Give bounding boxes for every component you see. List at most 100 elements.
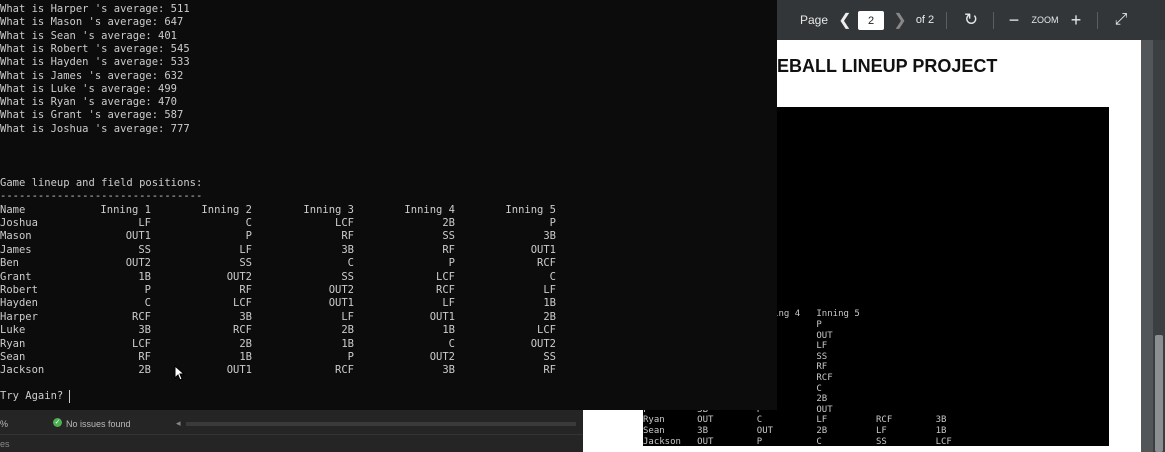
table-row-cell: SS <box>239 257 252 270</box>
try-again-prompt: Try Again? <box>0 390 64 402</box>
pdf-scrollbar[interactable] <box>1153 40 1165 452</box>
table-row-cell: RCF <box>233 324 252 337</box>
rotate-icon[interactable]: ↻ <box>959 0 983 40</box>
table-row-cell: OUT1 <box>125 230 151 243</box>
table-row-cell: LCF <box>436 270 455 283</box>
table-row-cell: OUT1 <box>429 310 455 323</box>
lineup-title: Game lineup and field positions: <box>0 177 203 189</box>
average-prompt-line: What is Luke 's average: 499 <box>0 82 178 95</box>
table-header-cell: Inning 1 <box>100 203 151 216</box>
toolbar-divider <box>993 12 994 29</box>
table-row-cell: LCF <box>132 337 151 350</box>
table-row-cell: 2B <box>341 324 354 337</box>
table-row-cell: 1B <box>442 324 455 337</box>
table-row-cell: LCF <box>233 297 252 310</box>
table-row-cell: OUT1 <box>530 243 556 256</box>
toolbar-divider <box>1097 12 1098 29</box>
table-row-name: Ryan <box>0 337 26 350</box>
table-row-cell: RCF <box>132 310 151 323</box>
table-row-cell: P <box>144 284 151 296</box>
pdf-console-line: Ryan OUT C LF RCF 3B <box>643 415 947 426</box>
table-row-cell: 1B <box>138 270 151 283</box>
chevron-left-icon[interactable]: ◂ <box>176 418 181 429</box>
table-row-cell: SS <box>442 230 455 243</box>
table-row-cell: RF <box>239 284 252 296</box>
table-row-name: Jackson <box>0 364 45 377</box>
table-row-cell: C <box>448 337 455 350</box>
table-row-cell: OUT2 <box>328 284 354 296</box>
pdf-console-line: Sean 3B OUT 2B LF 1B <box>643 426 947 436</box>
table-row-name: Luke <box>0 324 26 337</box>
table-row-name: Grant <box>0 270 32 283</box>
page-label: Page <box>799 13 829 27</box>
table-row-cell: RF <box>341 230 354 243</box>
chevron-left-icon[interactable]: ❮ <box>835 0 855 40</box>
table-row-cell: P <box>245 230 252 243</box>
table-row-cell: 3B <box>239 310 252 323</box>
table-row-name: Mason <box>0 230 32 243</box>
table-row-cell: 3B <box>442 364 455 377</box>
text-cursor <box>69 390 70 403</box>
table-row-cell: LCF <box>537 324 556 337</box>
table-row-cell: LF <box>138 217 151 229</box>
toolbar-divider <box>946 12 947 29</box>
table-row-cell: 2B <box>239 337 252 350</box>
zoom-in-icon[interactable]: + <box>1067 0 1085 40</box>
average-prompt-line: What is Grant 's average: 587 <box>0 109 184 122</box>
table-row-cell: OUT2 <box>530 337 556 350</box>
average-prompt-line: What is Hayden 's average: 533 <box>0 56 190 69</box>
zoom-indicator[interactable]: % <box>0 419 8 429</box>
table-row-cell: LF <box>543 284 556 296</box>
table-row-cell: SS <box>341 270 354 283</box>
average-prompt-line: What is Ryan 's average: 470 <box>0 96 178 109</box>
lineup-divider: -------------------------------- <box>0 190 203 202</box>
average-prompt-line: What is Sean 's average: 401 <box>0 29 178 42</box>
table-row-cell: P <box>347 351 354 363</box>
table-row-cell: LF <box>341 310 354 323</box>
table-row-name: Ben <box>0 257 19 270</box>
table-row-cell: RF <box>138 351 151 363</box>
panel-label: es <box>0 439 10 449</box>
pdf-scrollbar-thumb[interactable] <box>1155 335 1163 452</box>
zoom-out-icon[interactable]: − <box>1005 0 1023 40</box>
fullscreen-icon[interactable]: ⤢ <box>1109 0 1133 40</box>
page-number-input[interactable]: 2 <box>858 11 884 30</box>
table-header-cell: Inning 2 <box>201 203 252 216</box>
chevron-right-icon[interactable]: ❯ <box>890 0 910 40</box>
mouse-pointer-icon <box>174 365 186 381</box>
average-prompt-line: What is Robert 's average: 545 <box>0 42 190 55</box>
pdf-console-line: Jackson OUT P C SS LCF <box>643 436 952 446</box>
table-header-cell: Inning 5 <box>505 203 556 216</box>
table-header-cell: Inning 3 <box>303 203 354 216</box>
table-row-cell: P <box>549 217 556 229</box>
table-row-cell: C <box>144 297 151 310</box>
table-row-name: Harper <box>0 310 38 323</box>
ide-status-bar: % ✓ No issues found ◂ es <box>0 410 583 452</box>
average-prompt-line: What is Harper 's average: 511 <box>0 3 190 15</box>
page-count: of 2 <box>915 14 935 26</box>
table-row-name: Hayden <box>0 297 38 310</box>
issues-status[interactable]: No issues found <box>66 419 131 429</box>
table-row-cell: RCF <box>436 284 455 296</box>
horizontal-scrollbar[interactable] <box>186 422 576 426</box>
table-row-cell: C <box>347 257 354 270</box>
table-row-cell: SS <box>138 243 151 256</box>
table-row-cell: SS <box>543 351 556 363</box>
table-row-name: Joshua <box>0 217 38 229</box>
table-row-cell: 2B <box>442 217 455 229</box>
table-row-cell: LF <box>239 243 252 256</box>
table-row-cell: LCF <box>335 217 354 229</box>
table-row-cell: OUT1 <box>226 364 252 377</box>
average-prompt-line: What is Mason 's average: 647 <box>0 16 184 29</box>
table-row-name: James <box>0 243 32 256</box>
table-row-cell: 3B <box>138 324 151 337</box>
table-row-cell: 3B <box>341 243 354 256</box>
table-row-cell: OUT2 <box>125 257 151 270</box>
table-row-cell: OUT2 <box>226 270 252 283</box>
table-row-cell: RCF <box>335 364 354 377</box>
divider <box>0 434 583 435</box>
table-row-cell: 3B <box>543 230 556 243</box>
table-header-cell: Inning 4 <box>404 203 455 216</box>
table-row-cell: RF <box>442 243 455 256</box>
table-row-cell: C <box>549 270 556 283</box>
